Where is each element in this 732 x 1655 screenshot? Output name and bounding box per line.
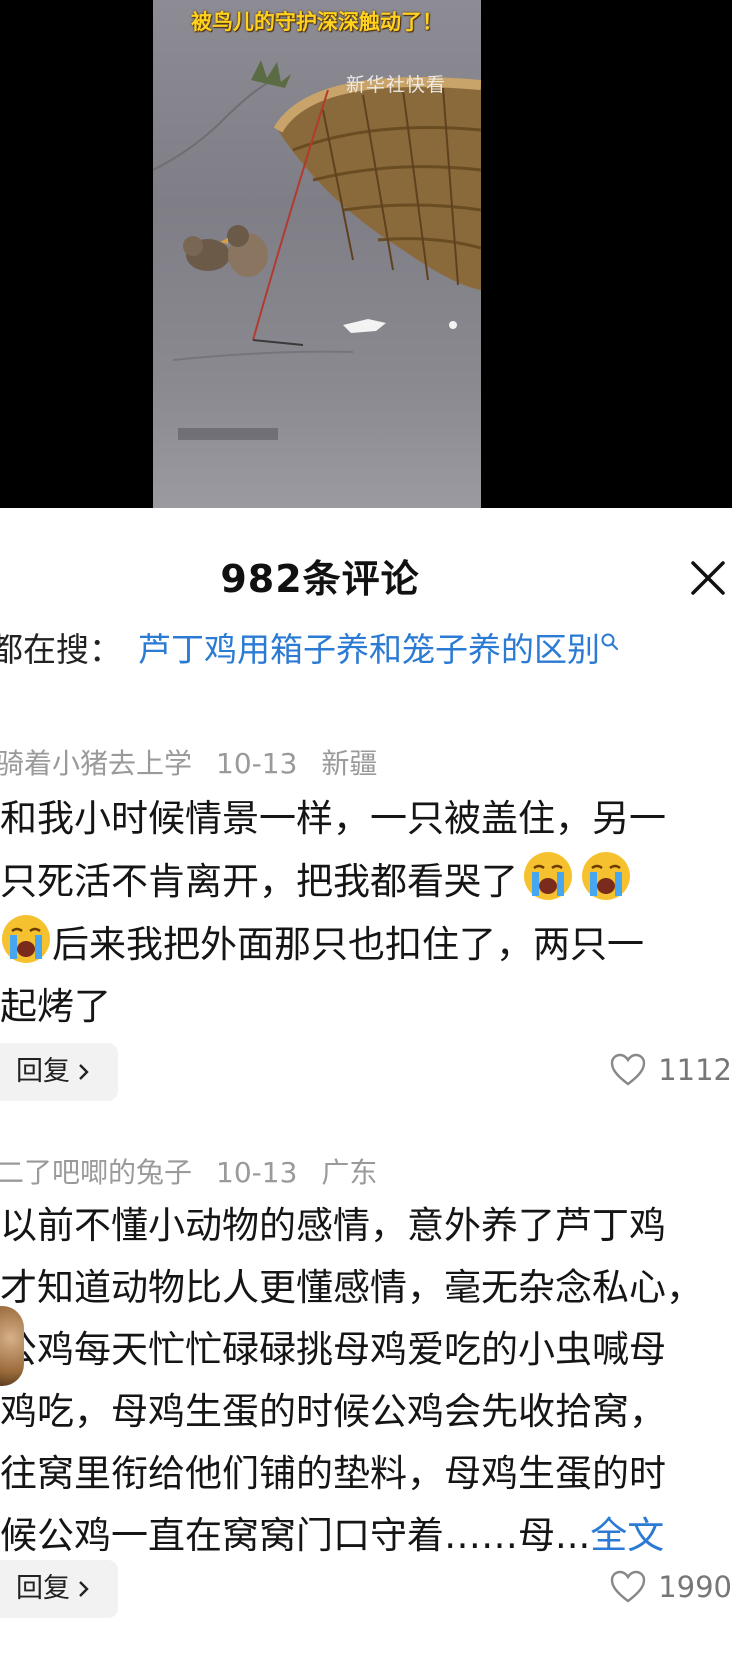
floating-avatar-edge[interactable] [0, 1306, 24, 1386]
loudly-crying-face-icon [2, 915, 50, 963]
comment-item: 骑着小猪去上学 10-13 新疆 和我小时候情景一样，一只被盖住，另一 只死活不肯离… [0, 744, 732, 1038]
comment-line: 往窝里衔给他们铺的垫料，母鸡生蛋的时 [0, 1452, 666, 1495]
search-icon[interactable] [600, 632, 620, 652]
comment-line: 候公鸡一直在窝窝门口守着……母... [0, 1514, 591, 1557]
comment-meta: 骑着小猪去上学 10-13 新疆 [0, 744, 732, 784]
trending-search: 都在搜： 芦丁鸡用箱子养和笼子养的区别 [0, 628, 620, 672]
comment-date: 10-13 [216, 747, 298, 780]
comment-location: 新疆 [321, 747, 378, 780]
chevron-right-icon [79, 1064, 89, 1080]
comment-line-with-emoji: 只死活不肯离开，把我都看哭了 [0, 850, 732, 913]
comment-location: 广东 [321, 1156, 378, 1189]
comment-line: 起烤了 [0, 985, 111, 1028]
comment-line: 以前不懂小动物的感情，意外养了芦丁鸡 [0, 1204, 666, 1247]
heart-icon [610, 1053, 646, 1086]
close-button[interactable] [690, 560, 726, 596]
heart-icon [610, 1570, 646, 1603]
video-frame[interactable]: 被鸟儿的守护深深触动了！ 新华社快看 [153, 0, 481, 508]
reply-button[interactable]: 回复 [0, 1560, 118, 1618]
comment-text: 以前不懂小动物的感情，意外养了芦丁鸡 才知道动物比人更懂感情，毫无杂念私心， 公… [0, 1195, 732, 1567]
comment-line: 鸡吃，母鸡生蛋的时候公鸡会先收拾窝， [0, 1390, 666, 1433]
loudly-crying-face-icon [524, 852, 572, 900]
read-more-link[interactable]: 全文 [590, 1514, 664, 1557]
video-caption: 被鸟儿的守护深深触动了！ [191, 10, 443, 34]
comment-line: 公鸡每天忙忙碌碌挑母鸡爱吃的小虫喊母 [0, 1328, 666, 1371]
close-icon [691, 561, 725, 595]
comment-text: 和我小时候情景一样，一只被盖住，另一 只死活不肯离开，把我都看哭了 后来我把外面… [0, 788, 732, 1038]
reply-label: 回复 [16, 1573, 70, 1604]
comment-line: 才知道动物比人更懂感情，毫无杂念私心， [0, 1266, 703, 1309]
comment-username[interactable]: 二了吧唧的兔子 [0, 1156, 192, 1189]
video-watermark: 新华社快看 [346, 74, 447, 96]
like-button[interactable]: 1990 [610, 1570, 732, 1610]
like-count: 1990 [658, 1570, 732, 1604]
comment-line: 和我小时候情景一样，一只被盖住，另一 [0, 797, 666, 840]
loudly-crying-face-icon [582, 852, 630, 900]
comment-line: 只死活不肯离开，把我都看哭了 [0, 860, 518, 903]
comment-line: 后来我把外面那只也扣住了，两只一 [52, 923, 644, 966]
trending-search-prefix: 都在搜： [0, 630, 122, 669]
reply-button[interactable]: 回复 [0, 1043, 118, 1101]
comment-line-with-emoji: 后来我把外面那只也扣住了，两只一 [0, 913, 732, 976]
like-button[interactable]: 1112 [610, 1053, 732, 1093]
reply-label: 回复 [16, 1056, 70, 1087]
comment-count-title: 982条评论 [220, 557, 420, 601]
like-count: 1112 [658, 1053, 732, 1087]
comment-item: 二了吧唧的兔子 10-13 广东 以前不懂小动物的感情，意外养了芦丁鸡 才知道动物比… [0, 1153, 732, 1567]
trending-search-link[interactable]: 芦丁鸡用箱子养和笼子养的区别 [138, 630, 600, 669]
comment-username[interactable]: 骑着小猪去上学 [0, 747, 192, 780]
comment-meta: 二了吧唧的兔子 10-13 广东 [0, 1153, 732, 1193]
comment-last-line: 候公鸡一直在窝窝门口守着……母...全文 [0, 1505, 732, 1567]
comment-date: 10-13 [216, 1156, 298, 1189]
chevron-right-icon [79, 1581, 89, 1597]
video-player[interactable]: 被鸟儿的守护深深触动了！ 新华社快看 [0, 0, 732, 508]
